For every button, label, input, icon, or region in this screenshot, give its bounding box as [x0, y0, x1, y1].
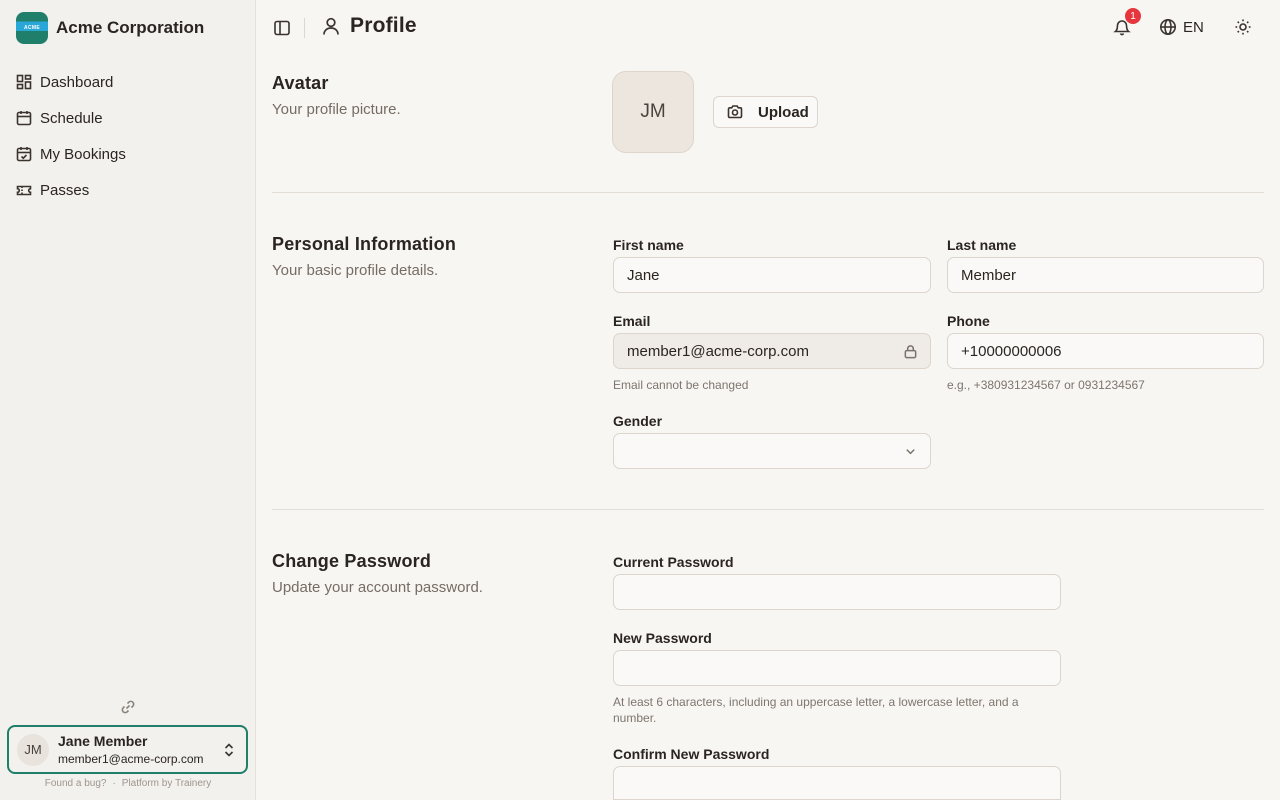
page-title: Profile — [350, 14, 417, 37]
theme-toggle-button[interactable] — [1234, 18, 1254, 38]
header-separator — [304, 18, 305, 38]
calendar-icon — [16, 111, 32, 126]
report-bug-link[interactable]: Found a bug? — [45, 778, 107, 789]
lock-icon — [903, 344, 918, 363]
personal-section-description: Your basic profile details. — [272, 262, 439, 279]
brand[interactable]: ACME Acme Corporation — [16, 12, 204, 44]
user-icon — [323, 17, 339, 35]
sidebar-item-passes[interactable]: Passes — [8, 172, 248, 208]
chevron-down-icon — [903, 444, 918, 463]
last-name-label: Last name — [947, 237, 1017, 253]
avatar: JM — [17, 733, 49, 766]
brand-name: Acme Corporation — [56, 18, 205, 37]
ticket-icon — [16, 185, 32, 196]
last-name-input[interactable]: Member — [947, 257, 1264, 293]
email-hint: Email cannot be changed — [613, 378, 749, 392]
confirm-password-label: Confirm New Password — [613, 746, 770, 762]
section-divider — [272, 192, 1264, 193]
top-header: Profile 1 EN — [256, 0, 1280, 56]
email-value: member1@acme-corp.com — [627, 342, 809, 360]
first-name-input[interactable]: Jane — [613, 257, 931, 293]
chevrons-up-down-icon — [222, 742, 236, 763]
sidebar-item-schedule[interactable]: Schedule — [8, 100, 248, 136]
email-label: Email — [613, 313, 651, 329]
sidebar-item-label: My Bookings — [40, 145, 126, 163]
language-switcher[interactable]: EN — [1159, 18, 1204, 36]
user-info: Jane Member member1@acme-corp.com — [58, 732, 204, 768]
first-name-value: Jane — [627, 266, 660, 284]
phone-label: Phone — [947, 313, 990, 329]
sidebar-footer: Found a bug? · Platform by Trainery — [0, 778, 256, 789]
gender-label: Gender — [613, 413, 663, 429]
platform-link[interactable]: Platform by Trainery — [122, 778, 211, 789]
user-menu[interactable]: JM Jane Member member1@acme-corp.com — [7, 725, 248, 774]
email-field: member1@acme-corp.com — [613, 333, 931, 369]
upload-avatar-button[interactable]: Upload — [713, 96, 818, 128]
user-name: Jane Member — [58, 732, 148, 749]
avatar-section-title: Avatar — [272, 73, 329, 93]
sidebar-item-label: Passes — [40, 181, 90, 199]
camera-icon — [727, 105, 743, 119]
brand-logo: ACME — [16, 12, 48, 44]
sidebar-nav: Dashboard Schedule My Bookings Passes — [8, 64, 248, 208]
dashboard-icon — [16, 74, 32, 90]
footer-separator: · — [112, 778, 116, 789]
password-section-description: Update your account password. — [272, 579, 483, 596]
calendar-check-icon — [16, 147, 32, 162]
sidebar-toggle-icon — [274, 20, 290, 36]
toggle-sidebar-button[interactable] — [273, 19, 291, 37]
sidebar-item-label: Schedule — [40, 109, 103, 127]
sidebar-item-dashboard[interactable]: Dashboard — [8, 64, 248, 100]
password-section-title: Change Password — [272, 551, 432, 571]
gender-select[interactable] — [613, 433, 931, 469]
first-name-label: First name — [613, 237, 684, 253]
current-password-label: Current Password — [613, 554, 734, 570]
personal-section-title: Personal Information — [272, 234, 457, 254]
phone-input[interactable]: +10000000006 — [947, 333, 1264, 369]
link-icon[interactable] — [119, 698, 137, 716]
sidebar-item-label: Dashboard — [40, 73, 114, 91]
page-heading: Profile — [321, 14, 417, 38]
new-password-hint: At least 6 characters, including an uppe… — [613, 695, 1019, 725]
notification-badge: 1 — [1125, 8, 1141, 24]
profile-avatar: JM — [612, 71, 694, 153]
globe-icon — [1160, 19, 1176, 35]
user-email: member1@acme-corp.com — [58, 751, 204, 766]
sun-icon — [1235, 19, 1251, 35]
upload-label: Upload — [758, 103, 809, 121]
sidebar-item-my-bookings[interactable]: My Bookings — [8, 136, 248, 172]
new-password-input[interactable] — [613, 650, 1061, 686]
current-password-input[interactable] — [613, 574, 1061, 610]
new-password-label: New Password — [613, 630, 712, 646]
language-label: EN — [1183, 18, 1204, 36]
phone-hint: e.g., +380931234567 or 0931234567 — [947, 378, 1145, 392]
confirm-password-input[interactable] — [613, 766, 1061, 800]
section-divider — [272, 509, 1264, 510]
last-name-value: Member — [961, 266, 1017, 284]
avatar-section-description: Your profile picture. — [272, 101, 401, 118]
sidebar: ACME Acme Corporation Dashboard Schedule… — [0, 0, 256, 800]
phone-value: +10000000006 — [961, 342, 1062, 360]
